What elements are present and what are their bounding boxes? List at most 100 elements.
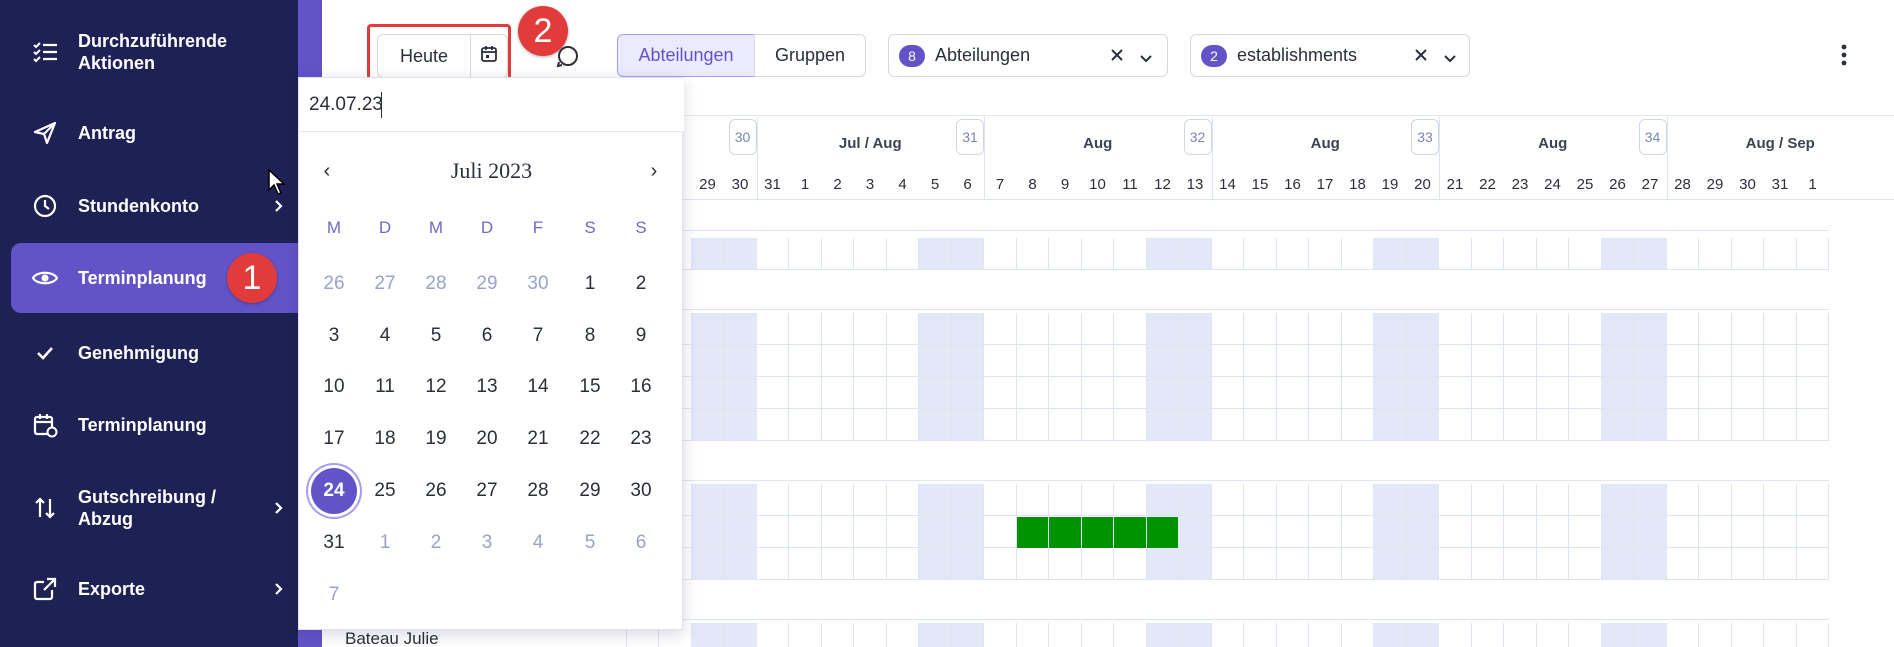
picker-day-cell[interactable]: 12 [413, 364, 459, 410]
picker-day-cell[interactable]: 11 [362, 364, 408, 410]
schedule-cell[interactable] [854, 377, 887, 409]
schedule-cell[interactable] [821, 345, 854, 377]
schedule-cell[interactable] [1471, 484, 1504, 516]
schedule-cell[interactable] [1504, 377, 1537, 409]
schedule-cell[interactable] [1504, 516, 1537, 548]
schedule-cell[interactable] [886, 409, 919, 441]
schedule-cell[interactable] [1341, 516, 1374, 548]
schedule-cell[interactable] [1016, 313, 1049, 345]
schedule-cell[interactable] [1764, 623, 1797, 647]
schedule-cell[interactable] [1244, 409, 1277, 441]
schedule-cell[interactable] [1244, 484, 1277, 516]
sidebar-item-actions[interactable]: Durchzuführende Aktionen [0, 28, 298, 76]
schedule-cell[interactable] [1211, 377, 1244, 409]
schedule-cell[interactable] [1374, 313, 1407, 345]
schedule-cell[interactable] [951, 516, 984, 548]
sidebar-item-terminplanung-2[interactable]: Terminplanung [0, 410, 298, 440]
schedule-cell[interactable] [1797, 623, 1829, 647]
schedule-cell[interactable] [1764, 409, 1797, 441]
schedule-cell[interactable] [1764, 548, 1797, 580]
schedule-cell[interactable] [1601, 623, 1634, 647]
schedule-cell[interactable] [1179, 238, 1212, 270]
schedule-cell[interactable] [1179, 345, 1212, 377]
schedule-cell[interactable] [1471, 409, 1504, 441]
schedule-cell[interactable] [919, 516, 952, 548]
schedule-cell[interactable] [1569, 238, 1602, 270]
picker-day-cell[interactable]: 4 [362, 313, 408, 359]
picker-day-cell[interactable]: 16 [618, 364, 664, 410]
schedule-cell[interactable] [1796, 409, 1829, 441]
schedule-cell[interactable] [1342, 623, 1374, 647]
picker-day-cell[interactable]: 6 [464, 313, 510, 359]
schedule-cell[interactable] [1634, 238, 1667, 270]
picker-day-cell[interactable]: 9 [618, 313, 664, 359]
schedule-cell[interactable] [1764, 516, 1797, 548]
picker-day-cell[interactable]: 6 [618, 520, 664, 566]
schedule-cell[interactable] [1179, 623, 1212, 647]
schedule-cell[interactable] [1731, 238, 1764, 270]
schedule-cell[interactable] [1471, 548, 1504, 580]
schedule-cell[interactable] [1309, 548, 1342, 580]
schedule-cell[interactable] [821, 409, 854, 441]
schedule-cell[interactable] [1569, 484, 1602, 516]
schedule-cell[interactable] [691, 548, 724, 580]
schedule-cell[interactable] [1309, 377, 1342, 409]
schedule-cell[interactable] [919, 345, 952, 377]
schedule-cell[interactable] [1504, 548, 1537, 580]
schedule-cell[interactable] [1699, 238, 1732, 270]
schedule-cell[interactable] [984, 377, 1017, 409]
schedule-cell[interactable] [1796, 516, 1829, 548]
schedule-cell[interactable] [1179, 409, 1212, 441]
schedule-cell[interactable] [1439, 313, 1472, 345]
schedule-cell[interactable] [1601, 377, 1634, 409]
schedule-cell[interactable] [984, 623, 1017, 647]
picker-day-cell[interactable]: 4 [515, 520, 561, 566]
schedule-cell[interactable] [821, 313, 854, 345]
schedule-cell[interactable] [1309, 345, 1342, 377]
schedule-cell[interactable] [1634, 548, 1667, 580]
schedule-cell[interactable] [1341, 313, 1374, 345]
schedule-cell[interactable] [1699, 548, 1732, 580]
schedule-cell[interactable] [756, 516, 789, 548]
schedule-cell[interactable] [1276, 516, 1309, 548]
schedule-cell[interactable] [724, 484, 757, 516]
schedule-cell[interactable] [1016, 409, 1049, 441]
schedule-cell[interactable] [1406, 313, 1439, 345]
schedule-cell[interactable] [691, 623, 724, 647]
schedule-cell[interactable] [1601, 409, 1634, 441]
schedule-cell[interactable] [1309, 313, 1342, 345]
schedule-cell[interactable] [1439, 345, 1472, 377]
schedule-cell[interactable] [1211, 313, 1244, 345]
schedule-cell[interactable] [1146, 548, 1179, 580]
schedule-cell[interactable] [1016, 345, 1049, 377]
schedule-cell[interactable] [886, 548, 919, 580]
schedule-cell[interactable] [1244, 238, 1277, 270]
schedule-cell[interactable] [951, 548, 984, 580]
schedule-cell[interactable] [1666, 409, 1699, 441]
schedule-cell[interactable] [1731, 409, 1764, 441]
schedule-cell[interactable] [951, 313, 984, 345]
picker-day-cell[interactable]: 26 [413, 468, 459, 514]
schedule-cell[interactable] [1569, 516, 1602, 548]
schedule-cell[interactable] [1114, 377, 1147, 409]
schedule-cell[interactable] [1049, 484, 1082, 516]
schedule-cell[interactable] [1146, 238, 1179, 270]
sidebar-item-genehmigung[interactable]: Genehmigung [0, 338, 298, 368]
schedule-cell[interactable] [1666, 377, 1699, 409]
picker-day-cell[interactable]: 3 [311, 313, 357, 359]
schedule-cell[interactable] [1276, 484, 1309, 516]
picker-day-cell[interactable]: 27 [362, 261, 408, 307]
schedule-cell[interactable] [1049, 238, 1082, 270]
schedule-cell[interactable] [1569, 548, 1602, 580]
schedule-cell[interactable] [1341, 409, 1374, 441]
schedule-cell[interactable] [1211, 238, 1244, 270]
schedule-cell[interactable] [1504, 484, 1537, 516]
schedule-cell[interactable] [1796, 377, 1829, 409]
schedule-cell[interactable] [1666, 345, 1699, 377]
schedule-cell[interactable] [1374, 623, 1407, 647]
schedule-cell[interactable] [691, 377, 724, 409]
picker-day-cell[interactable]: 5 [413, 313, 459, 359]
schedule-cell[interactable] [1601, 345, 1634, 377]
schedule-cell[interactable] [1536, 548, 1569, 580]
picker-day-cell[interactable]: 14 [515, 364, 561, 410]
